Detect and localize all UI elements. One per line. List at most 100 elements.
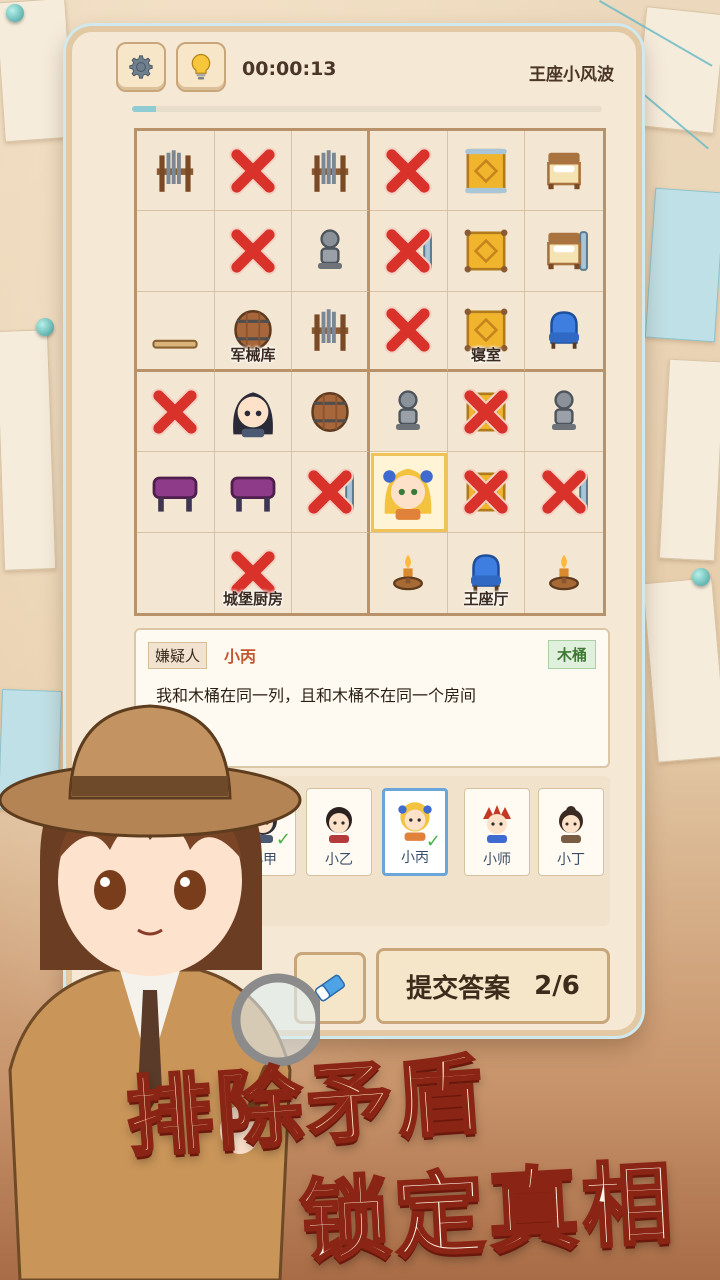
room-label: 军械库 [230,346,276,364]
grid-cell[interactable] [447,452,526,533]
character-card-xiaobing[interactable]: ✓ 小丙 [382,788,448,876]
character-avatar [326,807,352,843]
candle-icon [385,550,431,596]
character-name: 小师 [483,852,511,868]
slogan-line-2: 锁定真相 [296,1149,680,1278]
room-label: 城堡厨房 [222,590,283,608]
grid-cell[interactable]: 王座厅 [448,532,526,613]
weapon-rack-icon [304,145,356,197]
item-tag: 木桶 [547,640,596,669]
cross-mark-icon [226,224,280,278]
submit-answer-button[interactable]: 提交答案 2/6 [376,948,610,1024]
stool-icon [225,464,281,520]
check-icon: ✓ [425,831,441,852]
push-pin [692,568,710,586]
grid-cell[interactable] [137,372,215,453]
gear-icon [129,55,153,79]
grid-cell[interactable] [137,532,215,613]
grid-cell[interactable] [292,372,370,453]
grid-cell[interactable] [369,452,448,533]
grid-cell[interactable] [292,452,370,533]
grid-cell[interactable] [369,291,448,372]
grid-cell[interactable] [525,292,603,372]
submit-count: 2/6 [534,971,580,1001]
promo-slogan: 排除矛盾 锁定真相 [110,1036,710,1277]
push-pin [6,4,24,22]
grid-cell[interactable]: 寝室 [447,291,526,372]
room-label: 王座厅 [463,590,509,608]
suspect-name: 小丙 [224,647,257,666]
grid-cell[interactable] [214,452,293,533]
cross-mark-icon [459,385,513,439]
character-name: 小丙 [401,850,429,866]
note-paper [642,577,720,763]
deduction-grid: 军械库 寝室城堡厨房 王座厅 [134,128,606,616]
grid-cell[interactable] [292,532,370,613]
weapon-rack-icon [149,145,201,197]
armor-icon [384,388,432,436]
grid-cell[interactable] [447,131,526,212]
character-card-xiaoding[interactable]: 小丁 [538,788,604,876]
note-paper [0,329,57,571]
character-avatar [559,806,583,843]
weapon-rack-icon [304,304,356,356]
cross-mark-icon [381,303,435,357]
note-paper [644,187,720,343]
grid-cell[interactable] [292,291,370,372]
candle-icon [541,550,587,596]
grid-cell[interactable] [214,131,293,212]
chair-icon [539,305,589,355]
grid-cell[interactable] [525,131,603,212]
grid-cell[interactable] [525,211,603,292]
level-title: 王座小风波 [529,65,614,85]
push-pin [36,318,54,336]
progress-fill [132,106,156,112]
grid-cell[interactable] [214,211,293,292]
grid-cell[interactable] [369,131,448,212]
grid-cell[interactable] [447,211,526,292]
plank-icon [148,303,202,357]
stool-icon [147,464,203,520]
grid-cell[interactable] [137,291,215,372]
cross-mark-icon [148,385,202,439]
elapsed-timer: 00:00:13 [242,58,337,80]
grid-cell[interactable] [292,211,370,292]
character-card-xiaoshi[interactable]: 小师 [464,788,530,876]
rug-plain-icon [460,225,512,277]
settings-button[interactable] [116,42,166,92]
grid-cell[interactable]: 军械库 [214,291,293,372]
grid-cell[interactable] [137,452,215,533]
character-avatar [483,805,511,843]
cross-mark-icon [459,465,513,519]
grid-cell[interactable] [137,211,215,292]
bed-icon [538,145,590,197]
cross-mark-icon [303,465,357,519]
grid-cell[interactable]: 城堡厨房 [215,532,293,613]
cross-mark-icon [381,224,435,278]
grid-cell[interactable] [370,532,448,613]
grid-cell[interactable] [369,372,448,453]
cross-mark-icon [381,144,435,198]
girl-blonde-icon [377,461,439,523]
cross-mark-icon [226,144,280,198]
note-paper [633,6,720,134]
barrel-icon [305,387,355,437]
note-paper [658,358,720,562]
top-bar: 00:00:13 王座小风波 [72,32,636,112]
lightbulb-icon [191,53,211,80]
grid-cell[interactable] [369,211,448,292]
grid-cell[interactable] [292,131,370,212]
suspect-tag: 嫌疑人 [148,642,208,669]
armor-icon [540,388,588,436]
grid-cell[interactable] [525,533,603,613]
grid-cell[interactable] [525,372,603,453]
grid-cell[interactable] [214,372,293,453]
character-name: 小乙 [325,852,353,868]
cross-mark-icon [537,465,591,519]
hint-button[interactable] [176,42,226,92]
character-name: 小丁 [557,852,585,868]
grid-cell[interactable] [447,372,526,453]
grid-cell[interactable] [525,452,603,533]
grid-cell[interactable] [137,131,215,212]
rug-icon [460,145,512,197]
